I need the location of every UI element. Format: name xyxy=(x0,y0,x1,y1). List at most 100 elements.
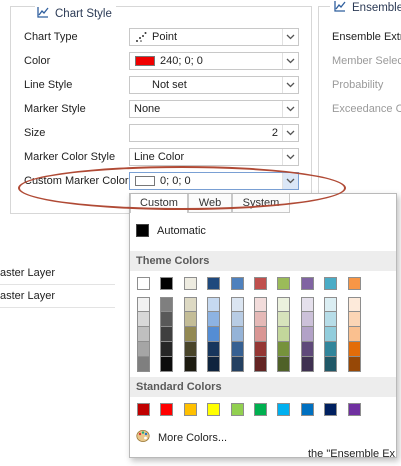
standard-color-swatch[interactable] xyxy=(183,403,197,416)
theme-shade-swatch[interactable] xyxy=(183,312,197,327)
theme-shade-swatch[interactable] xyxy=(254,312,267,327)
custom-marker-color-label: Custom Marker Color xyxy=(24,175,129,187)
theme-shade-swatch[interactable] xyxy=(300,297,314,312)
marker-style-value: None xyxy=(134,103,161,115)
standard-color-swatch[interactable] xyxy=(230,403,244,416)
theme-shade-swatch[interactable] xyxy=(160,312,174,327)
automatic-option[interactable]: Automatic xyxy=(136,224,206,237)
theme-color-swatch[interactable] xyxy=(347,277,361,290)
standard-color-swatch[interactable] xyxy=(300,403,314,416)
standard-color-swatch[interactable] xyxy=(207,403,221,416)
theme-shade-swatch[interactable] xyxy=(347,327,361,342)
theme-shade-swatch[interactable] xyxy=(277,312,291,327)
tab-web[interactable]: Web xyxy=(188,194,232,213)
theme-shade-swatch[interactable] xyxy=(137,357,150,372)
tab-custom[interactable]: Custom xyxy=(130,194,188,213)
theme-shade-swatch[interactable] xyxy=(254,357,267,372)
theme-shade-swatch[interactable] xyxy=(347,357,361,372)
layer-name: aster Layer xyxy=(0,267,56,279)
theme-shade-swatch[interactable] xyxy=(207,327,221,342)
theme-shade-swatch[interactable] xyxy=(207,297,221,312)
chart-type-dropdown-button[interactable] xyxy=(282,29,298,45)
theme-shade-swatch[interactable] xyxy=(277,297,291,312)
standard-color-swatch[interactable] xyxy=(160,403,174,416)
standard-color-swatch[interactable] xyxy=(347,403,361,416)
theme-shade-swatch[interactable] xyxy=(300,342,314,357)
theme-color-swatch[interactable] xyxy=(230,277,244,290)
marker-color-style-value: Line Color xyxy=(134,151,185,163)
line-style-dropdown-button[interactable] xyxy=(282,77,298,93)
theme-shade-swatch[interactable] xyxy=(207,312,221,327)
theme-color-swatch[interactable] xyxy=(277,277,291,290)
chart-style-title: Chart Style xyxy=(35,6,116,21)
color-dropdown-button[interactable] xyxy=(282,53,298,69)
theme-shade-swatch[interactable] xyxy=(183,357,197,372)
theme-shade-swatch[interactable] xyxy=(137,327,150,342)
chart-type-value: Point xyxy=(152,31,178,43)
theme-color-swatch[interactable] xyxy=(207,277,221,290)
theme-shade-swatch[interactable] xyxy=(183,342,197,357)
theme-shade-swatch[interactable] xyxy=(230,327,244,342)
theme-shade-swatch[interactable] xyxy=(254,327,267,342)
custom-marker-color-combo[interactable]: 0; 0; 0 xyxy=(129,172,299,190)
theme-shade-swatch[interactable] xyxy=(324,312,338,327)
theme-shade-swatch[interactable] xyxy=(160,327,174,342)
theme-color-swatch[interactable] xyxy=(300,277,314,290)
theme-shade-swatch[interactable] xyxy=(347,297,361,312)
theme-shade-swatch[interactable] xyxy=(137,297,150,312)
theme-shade-swatch[interactable] xyxy=(183,327,197,342)
theme-shade-swatch[interactable] xyxy=(347,342,361,357)
table-row[interactable]: aster Layer xyxy=(0,285,115,308)
theme-shade-swatch[interactable] xyxy=(277,327,291,342)
theme-shade-swatch[interactable] xyxy=(160,342,174,357)
theme-color-swatch[interactable] xyxy=(160,277,174,290)
theme-shade-swatch[interactable] xyxy=(230,357,244,372)
standard-color-swatch[interactable] xyxy=(254,403,267,416)
size-dropdown-button[interactable] xyxy=(282,125,298,141)
standard-color-swatch[interactable] xyxy=(277,403,291,416)
theme-shade-swatch[interactable] xyxy=(277,357,291,372)
color-combo[interactable]: 240; 0; 0 xyxy=(129,52,299,70)
theme-shade-swatch[interactable] xyxy=(347,312,361,327)
theme-shade-swatch[interactable] xyxy=(160,357,174,372)
theme-shade-swatch[interactable] xyxy=(277,342,291,357)
theme-shade-swatch[interactable] xyxy=(324,297,338,312)
marker-color-style-combo[interactable]: Line Color xyxy=(129,148,299,166)
theme-color-swatch[interactable] xyxy=(183,277,197,290)
theme-color-swatch[interactable] xyxy=(324,277,338,290)
theme-shade-swatch[interactable] xyxy=(324,327,338,342)
table-row[interactable]: aster Layer xyxy=(0,262,115,285)
theme-shade-swatch[interactable] xyxy=(324,357,338,372)
color-swatch xyxy=(135,56,155,66)
line-style-combo[interactable]: Not set xyxy=(129,76,299,94)
theme-shade-swatch[interactable] xyxy=(137,312,150,327)
more-colors-button[interactable]: More Colors... xyxy=(136,429,227,446)
standard-color-swatch[interactable] xyxy=(137,403,150,416)
theme-shade-swatch[interactable] xyxy=(254,297,267,312)
theme-shade-swatch[interactable] xyxy=(324,342,338,357)
marker-color-style-dropdown-button[interactable] xyxy=(282,149,298,165)
theme-shade-swatch[interactable] xyxy=(207,342,221,357)
standard-color-swatch[interactable] xyxy=(324,403,338,416)
theme-shade-swatch[interactable] xyxy=(300,357,314,372)
theme-shade-swatch[interactable] xyxy=(300,312,314,327)
theme-colors-header: Theme Colors xyxy=(130,251,396,271)
tab-system[interactable]: System xyxy=(232,194,290,213)
size-spinner[interactable]: 2 xyxy=(129,124,299,142)
theme-shade-swatch[interactable] xyxy=(207,357,221,372)
custom-marker-color-dropdown-button[interactable] xyxy=(282,173,298,189)
theme-shade-swatch[interactable] xyxy=(300,327,314,342)
theme-shade-swatch[interactable] xyxy=(230,342,244,357)
marker-style-dropdown-button[interactable] xyxy=(282,101,298,117)
theme-shade-swatch[interactable] xyxy=(137,342,150,357)
theme-shade-swatch[interactable] xyxy=(183,297,197,312)
theme-shade-swatch[interactable] xyxy=(254,342,267,357)
size-label: Size xyxy=(24,127,46,139)
theme-shade-swatch[interactable] xyxy=(160,297,174,312)
theme-color-swatch[interactable] xyxy=(254,277,267,290)
chart-type-combo[interactable]: Point xyxy=(129,28,299,46)
theme-color-swatch[interactable] xyxy=(137,277,150,290)
theme-shade-swatch[interactable] xyxy=(230,297,244,312)
marker-style-combo[interactable]: None xyxy=(129,100,299,118)
theme-shade-swatch[interactable] xyxy=(230,312,244,327)
